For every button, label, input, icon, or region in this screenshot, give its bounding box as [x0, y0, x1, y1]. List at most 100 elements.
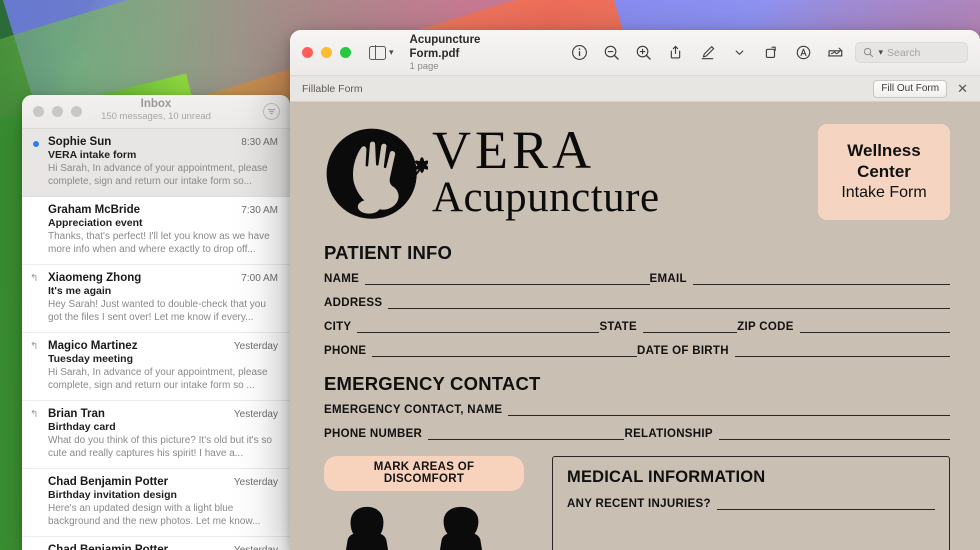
zoom-in-icon[interactable] — [634, 43, 653, 62]
form-field-label: STATE — [599, 321, 637, 333]
form-field[interactable]: RELATIONSHIP — [624, 428, 950, 440]
preview-close-button[interactable] — [302, 47, 313, 58]
form-field[interactable]: CITY — [324, 321, 600, 333]
mail-subject: Appreciation event — [48, 217, 143, 229]
zoom-out-icon[interactable] — [602, 43, 621, 62]
form-field[interactable]: EMAIL — [650, 273, 950, 285]
mail-timestamp: Yesterday — [228, 545, 278, 550]
annotate-icon[interactable] — [794, 43, 813, 62]
mail-minimize-button[interactable] — [52, 106, 63, 117]
replied-arrow-icon: ↰ — [30, 341, 39, 352]
preview-zoom-button[interactable] — [340, 47, 351, 58]
form-field-input[interactable] — [642, 322, 738, 333]
mail-close-button[interactable] — [33, 106, 44, 117]
form-field[interactable]: ZIP CODE — [737, 321, 950, 333]
mail-sender: Graham McBride — [48, 204, 141, 216]
sidebar-icon — [369, 45, 386, 60]
preview-minimize-button[interactable] — [321, 47, 332, 58]
mail-traffic-lights[interactable] — [33, 106, 82, 117]
mail-preview-text: Here's an updated design with a light bl… — [48, 503, 261, 527]
mail-sender: Xiaomeng Zhong — [48, 272, 142, 284]
document-page-count: 1 page — [409, 60, 439, 72]
mail-subject: Birthday card — [48, 421, 116, 433]
mail-titlebar[interactable]: Inbox 150 messages, 10 unread — [22, 95, 290, 129]
form-field-input[interactable] — [508, 405, 950, 416]
mail-list-item[interactable]: ↰ Magico Martinez Yesterday Tuesday meeting… — [22, 333, 290, 401]
mail-preview-text: What do you think of this picture? It's … — [48, 435, 272, 459]
mail-list-item[interactable]: ↰ Brian Tran Yesterday Birthday card What do… — [22, 401, 290, 469]
preview-traffic-lights[interactable] — [302, 47, 351, 58]
form-field[interactable]: NAME — [324, 273, 650, 285]
form-field-input[interactable] — [716, 499, 935, 510]
form-field-input[interactable] — [734, 346, 950, 357]
mail-zoom-button[interactable] — [71, 106, 82, 117]
markup-pen-icon[interactable] — [698, 43, 717, 62]
form-row: NAME EMAIL — [324, 273, 950, 285]
form-field[interactable]: PHONE NUMBER — [324, 428, 625, 440]
search-input[interactable]: ▾ Search — [855, 42, 968, 63]
mail-list-item[interactable]: Chad Benjamin PotterYesterdayDecorations… — [22, 537, 290, 550]
pdf-document-page[interactable]: VERA Acupuncture Wellness Center Intake … — [290, 102, 980, 550]
form-section-title: PATIENT INFO — [324, 242, 453, 263]
form-field[interactable]: EMERGENCY CONTACT, NAME — [324, 404, 950, 416]
form-field-label: RELATIONSHIP — [624, 428, 713, 440]
form-field-input[interactable] — [388, 298, 950, 309]
form-field-input[interactable] — [428, 429, 625, 440]
form-field[interactable]: ADDRESS — [324, 297, 950, 309]
form-field[interactable]: DATE OF BIRTH — [637, 345, 950, 357]
mail-list-item[interactable]: Chad Benjamin Potter Yesterday Birthday in… — [22, 469, 290, 537]
badge-line-3: Intake Form — [841, 184, 927, 201]
mail-item-header: Magico Martinez Yesterday — [48, 340, 278, 352]
fill-out-form-button[interactable]: Fill Out Form — [873, 79, 948, 98]
badge-line-1: Wellness — [847, 141, 921, 160]
form-field-input[interactable] — [365, 274, 650, 285]
mail-sender: Sophie Sun — [48, 136, 112, 148]
form-field[interactable]: ANY RECENT INJURIES? — [567, 498, 935, 510]
form-field-label: EMAIL — [649, 273, 687, 285]
form-field-label: EMERGENCY CONTACT, NAME — [324, 404, 503, 416]
preview-window[interactable]: ▾ Acupuncture Form.pdf 1 page ▾ Search F… — [290, 30, 980, 550]
fillable-form-label: Fillable Form — [302, 82, 363, 95]
mail-sender: Brian Tran — [48, 408, 105, 420]
mail-timestamp: Yesterday — [233, 409, 278, 420]
medical-fields[interactable]: ANY RECENT INJURIES? — [567, 498, 935, 510]
form-field-input[interactable] — [372, 346, 637, 357]
replied-arrow-icon: ↰ — [30, 409, 39, 420]
mail-list-item[interactable]: Sophie Sun 8:30 AM VERA intake form Hi Sara… — [22, 129, 290, 197]
mail-window[interactable]: Inbox 150 messages, 10 unread Sophie Sun… — [22, 95, 290, 550]
hand-flower-logo — [326, 128, 428, 219]
mail-message-list[interactable]: Sophie Sun 8:30 AM VERA intake form Hi Sara… — [22, 129, 290, 550]
form-field[interactable]: PHONE — [324, 345, 637, 357]
form-field-label: CITY — [324, 321, 352, 333]
preview-toolbar[interactable]: ▾ Acupuncture Form.pdf 1 page ▾ Search — [290, 30, 980, 76]
sidebar-toggle-button[interactable]: ▾ — [369, 45, 394, 60]
rotate-icon[interactable] — [762, 43, 781, 62]
close-icon[interactable]: ✕ — [957, 82, 968, 95]
mail-subject: Tuesday meeting — [48, 353, 133, 365]
medical-information-box: MEDICAL INFORMATION ANY RECENT INJURIES? — [552, 456, 950, 550]
body-front-silhouette[interactable] — [338, 503, 396, 550]
form-field-input[interactable] — [718, 429, 950, 440]
mail-list-item[interactable]: ↰ Xiaomeng Zhong 7:00 AM It's me again Hey S… — [22, 265, 290, 333]
chevron-down-icon[interactable] — [730, 43, 749, 62]
preview-tool-group[interactable] — [570, 43, 845, 62]
form-field-input[interactable] — [692, 274, 950, 285]
form-field-input[interactable] — [799, 322, 950, 333]
mail-item-header: Brian Tran Yesterday — [48, 408, 278, 420]
mail-list-item[interactable]: Graham McBride 7:30 AM Appreciation event T… — [22, 197, 290, 265]
wellness-badge: Wellness Center Intake Form — [818, 124, 950, 220]
form-sections[interactable]: PATIENT INFO NAME EMAIL ADDRESS CITY STATE ZIP… — [324, 242, 950, 440]
replied-arrow-icon: ↰ — [30, 273, 39, 284]
filter-icon[interactable] — [263, 103, 280, 120]
mail-item-header: Chad Benjamin Potter Yesterday — [48, 476, 278, 488]
body-back-silhouette[interactable] — [432, 503, 490, 550]
info-icon[interactable] — [570, 43, 589, 62]
signature-icon[interactable] — [826, 43, 845, 62]
brand-line-2: Acupuncture — [432, 174, 660, 221]
form-field[interactable]: STATE — [599, 321, 738, 333]
form-field-input[interactable] — [357, 322, 600, 333]
body-figures[interactable] — [324, 503, 536, 550]
share-icon[interactable] — [666, 43, 685, 62]
mail-timestamp: 7:30 AM — [241, 205, 278, 216]
form-field-label: DATE OF BIRTH — [637, 345, 729, 357]
